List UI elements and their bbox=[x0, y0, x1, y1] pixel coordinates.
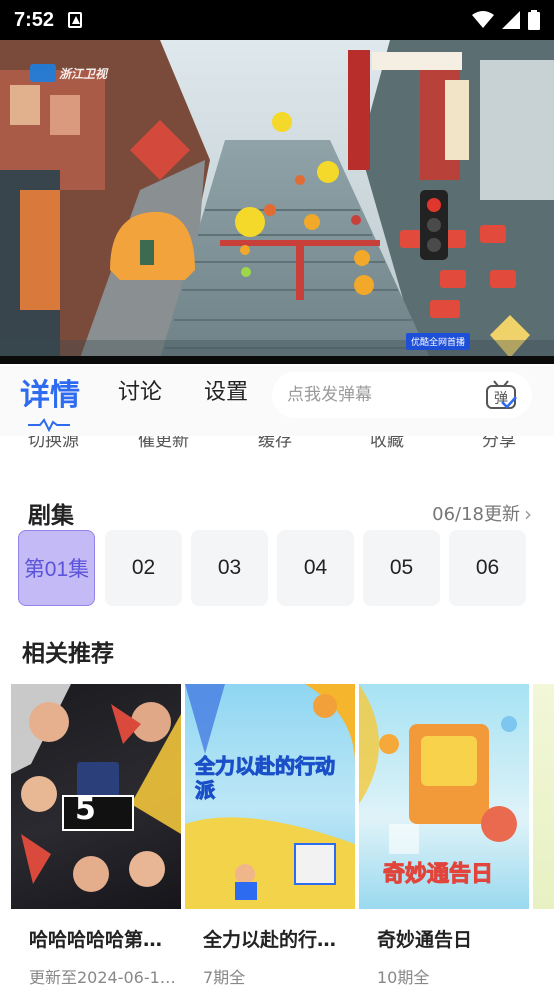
recommend-card-subtitle: 更新至2024-06-1… bbox=[29, 968, 176, 985]
switch-source-button[interactable]: 切换源 bbox=[28, 436, 79, 451]
recommend-poster[interactable]: 5 bbox=[11, 684, 181, 909]
recommend-card-subtitle: 10期全 bbox=[377, 968, 430, 985]
signal-icon bbox=[502, 11, 520, 29]
chevron-right-icon[interactable]: › bbox=[524, 502, 532, 526]
favorite-button[interactable]: 收藏 bbox=[370, 436, 404, 451]
episode-item[interactable]: 02 bbox=[105, 530, 182, 606]
video-player[interactable]: 浙江卫视 优酷全网首播 bbox=[0, 40, 554, 358]
status-time: 7:52 bbox=[14, 8, 55, 31]
recommend-card-title: 全力以赴的行… bbox=[203, 929, 337, 951]
episode-item[interactable]: 05 bbox=[363, 530, 440, 606]
status-icons bbox=[472, 10, 540, 30]
danmaku-input[interactable] bbox=[287, 385, 467, 405]
tab-discussion[interactable]: 讨论 bbox=[118, 374, 162, 406]
recommend-card-subtitle: 7期全 bbox=[203, 968, 246, 985]
action-row: 切换源 催更新 缓存 收藏 分享 bbox=[0, 436, 554, 452]
episode-item[interactable]: 04 bbox=[277, 530, 354, 606]
channel-name: 浙江卫视 bbox=[59, 66, 108, 81]
recommend-card-partial[interactable] bbox=[533, 684, 554, 909]
recommend-poster[interactable]: 全力以赴的行动派 bbox=[185, 684, 355, 909]
video-frame bbox=[0, 40, 554, 358]
battery-icon bbox=[528, 10, 540, 30]
recommend-card[interactable]: 奇妙通告日 奇妙通告日 10期全 bbox=[359, 684, 529, 985]
status-bar: 7:52 bbox=[0, 0, 554, 40]
poster-title-art: 奇妙通告日 bbox=[382, 862, 494, 888]
poster-art bbox=[11, 684, 181, 892]
tab-active-indicator bbox=[28, 418, 70, 432]
poster-title-art: 全力以赴的行动派 bbox=[195, 754, 336, 803]
notification-icon bbox=[68, 12, 83, 28]
recommend-poster[interactable]: 奇妙通告日 bbox=[359, 684, 529, 909]
recommend-card-title: 哈哈哈哈哈第… bbox=[29, 929, 163, 951]
danmaku-toggle-icon[interactable]: 弹 bbox=[484, 378, 518, 412]
episodes-update-link[interactable]: 06/18更新 bbox=[432, 500, 520, 526]
channel-watermark: 浙江卫视 bbox=[30, 64, 107, 82]
video-badge: 优酷全网首播 bbox=[405, 333, 470, 350]
poster-title-art: 5 bbox=[75, 792, 96, 827]
urge-update-button[interactable]: 催更新 bbox=[138, 436, 189, 451]
wifi-icon bbox=[472, 11, 494, 28]
share-button[interactable]: 分享 bbox=[482, 436, 516, 451]
tab-detail[interactable]: 详情 bbox=[20, 370, 80, 414]
episodes-title: 剧集 bbox=[28, 503, 74, 529]
recommend-card[interactable]: 全力以赴的行动派 全力以赴的行… 7期全 bbox=[185, 684, 355, 985]
recommend-card-title: 奇妙通告日 bbox=[377, 929, 473, 951]
video-progress-strip bbox=[0, 356, 554, 364]
channel-logo-icon bbox=[30, 64, 56, 82]
download-button[interactable]: 缓存 bbox=[258, 436, 292, 451]
danmaku-bar[interactable]: 弹 bbox=[272, 372, 532, 418]
recommend-card[interactable]: 5 哈哈哈哈哈第… 更新至2024-06-1… bbox=[11, 684, 181, 985]
episode-item[interactable]: 第01集 bbox=[18, 530, 95, 606]
episode-item[interactable]: 06 bbox=[449, 530, 526, 606]
detail-tabs: 详情 讨论 设置 弹 bbox=[0, 366, 554, 436]
tab-settings[interactable]: 设置 bbox=[204, 374, 248, 406]
recommend-title: 相关推荐 bbox=[22, 641, 114, 667]
episode-item[interactable]: 03 bbox=[191, 530, 268, 606]
